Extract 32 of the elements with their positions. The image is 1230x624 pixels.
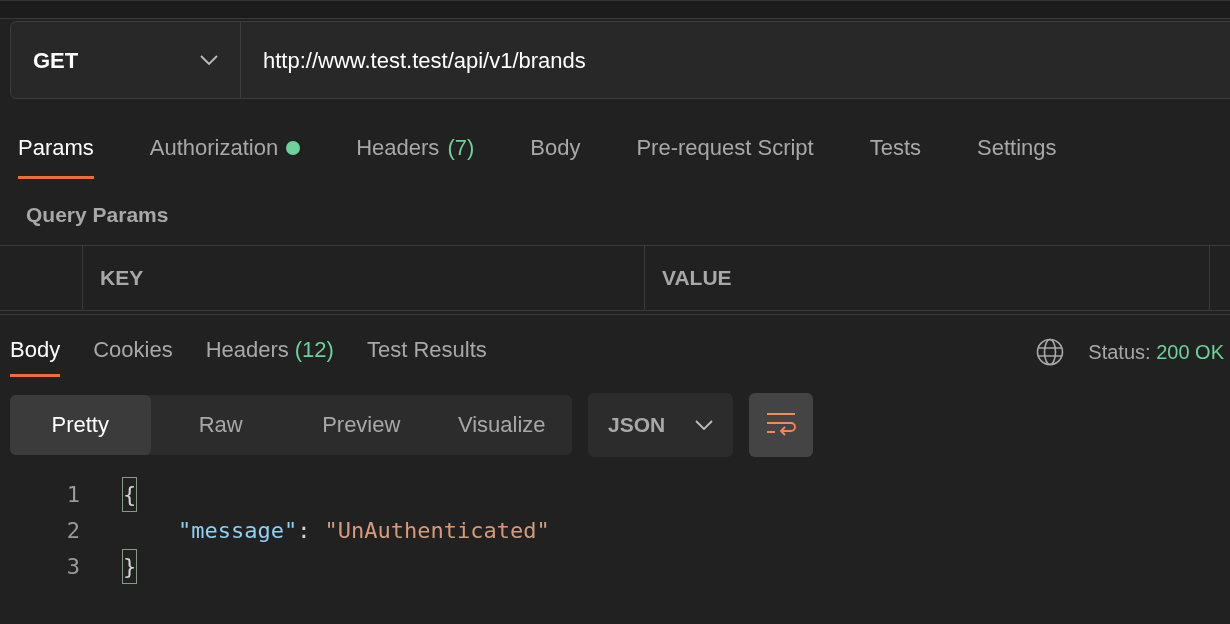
- line-number: 3: [65, 553, 81, 581]
- request-tab[interactable]: Headers (7): [356, 131, 475, 179]
- request-tab[interactable]: Tests: [869, 131, 922, 179]
- status-label: Status: 200 OK: [1088, 339, 1224, 365]
- view-mode-tab[interactable]: Raw: [150, 394, 291, 455]
- request-tab[interactable]: Settings: [977, 131, 1057, 179]
- request-tab[interactable]: Pre-request Script: [636, 131, 814, 179]
- column-header: VALUE: [645, 245, 1210, 310]
- view-mode-tab[interactable]: Pretty: [10, 394, 151, 455]
- format-dropdown[interactable]: JSON: [588, 392, 734, 457]
- wrap-lines-icon: [765, 411, 798, 438]
- request-tab[interactable]: Authorization: [149, 131, 301, 179]
- view-mode-tab[interactable]: Visualize: [431, 394, 572, 455]
- globe-icon[interactable]: [1036, 337, 1065, 366]
- json-brace: {: [122, 477, 138, 512]
- column-header: KEY: [83, 245, 645, 310]
- wrap-lines-button[interactable]: [749, 392, 814, 457]
- json-brace: }: [122, 549, 138, 584]
- request-tab[interactable]: Body: [530, 131, 581, 179]
- line-number: 2: [65, 517, 81, 545]
- json-colon: :: [297, 517, 311, 545]
- response-tab[interactable]: Cookies: [93, 332, 173, 377]
- chevron-down-icon: [695, 419, 714, 430]
- response-tab[interactable]: Headers (12): [205, 332, 334, 377]
- response-tab[interactable]: Body: [10, 332, 61, 377]
- response-tab[interactable]: Test Results: [366, 332, 487, 377]
- section-title: Query Params: [25, 202, 170, 228]
- request-tab[interactable]: Params: [18, 131, 94, 179]
- json-key: "message": [178, 514, 298, 547]
- json-string: "UnAuthenticated": [324, 517, 550, 545]
- line-number: 1: [65, 481, 81, 509]
- view-mode-tab[interactable]: Preview: [291, 394, 432, 455]
